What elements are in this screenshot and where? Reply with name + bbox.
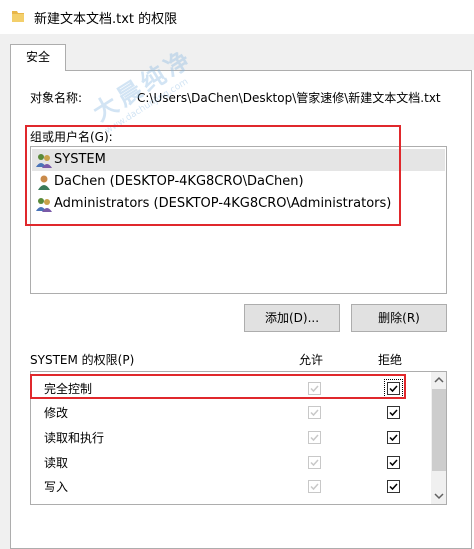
remove-button[interactable]: 删除(R)	[351, 304, 447, 332]
window-title: 新建文本文档.txt 的权限	[34, 12, 178, 27]
allow-checkbox	[308, 382, 321, 395]
list-item-label: DaChen (DESKTOP-4KG8CRO\DaChen)	[54, 174, 304, 189]
scroll-down-icon[interactable]	[431, 488, 446, 504]
permission-row: 读取和执行	[31, 425, 431, 449]
tab-strip	[0, 34, 474, 70]
permission-name: 读取和执行	[44, 431, 105, 445]
permission-name: 写入	[44, 480, 69, 494]
permissions-list: 完全控制 修改 读取和执行 读取 写入	[30, 371, 447, 505]
object-name-value: C:\Users\DaChen\Desktop\管家速修\新建文本文档.txt	[137, 91, 441, 105]
allow-column-header: 允许	[299, 353, 324, 367]
permission-row: 读取	[31, 450, 431, 474]
scroll-thumb[interactable]	[432, 389, 446, 471]
list-item[interactable]: DaChen (DESKTOP-4KG8CRO\DaChen)	[32, 171, 445, 193]
deny-checkbox[interactable]	[387, 406, 400, 419]
list-item-label: Administrators (DESKTOP-4KG8CRO\Administ…	[54, 196, 392, 211]
permission-name: 完全控制	[44, 382, 93, 396]
deny-column-header: 拒绝	[378, 353, 403, 367]
deny-checkbox[interactable]	[387, 456, 400, 469]
scroll-up-icon[interactable]	[431, 372, 446, 388]
deny-checkbox[interactable]	[384, 379, 403, 398]
allow-checkbox	[308, 480, 321, 493]
deny-checkbox[interactable]	[387, 480, 400, 493]
allow-checkbox	[308, 431, 321, 444]
permission-row: 完全控制	[31, 376, 431, 400]
groups-listbox[interactable]: SYSTEM DaChen (DESKTOP-4KG8CRO\DaChen) A…	[30, 146, 447, 294]
list-item-label: SYSTEM	[54, 152, 106, 167]
allow-checkbox	[308, 456, 321, 469]
deny-checkbox[interactable]	[387, 431, 400, 444]
permission-row: 修改	[31, 400, 431, 424]
users-group-icon	[36, 197, 52, 212]
object-name-label: 对象名称:	[30, 91, 83, 105]
list-item[interactable]: SYSTEM	[32, 149, 445, 171]
folder-icon	[11, 9, 25, 23]
user-icon	[36, 175, 52, 190]
tab-security[interactable]: 安全	[10, 44, 66, 71]
permission-row: 写入	[31, 474, 431, 498]
permission-name: 读取	[44, 456, 69, 470]
permission-name: 修改	[44, 406, 69, 420]
title-bar: 新建文本文档.txt 的权限	[0, 0, 474, 34]
permissions-scrollbar[interactable]	[431, 372, 446, 504]
list-item[interactable]: Administrators (DESKTOP-4KG8CRO\Administ…	[32, 193, 445, 215]
left-edge	[0, 34, 10, 549]
groups-label: 组或用户名(G):	[30, 130, 113, 144]
allow-checkbox	[308, 406, 321, 419]
permissions-label: SYSTEM 的权限(P)	[30, 353, 135, 367]
users-group-icon	[36, 153, 52, 168]
add-button[interactable]: 添加(D)...	[244, 304, 340, 332]
